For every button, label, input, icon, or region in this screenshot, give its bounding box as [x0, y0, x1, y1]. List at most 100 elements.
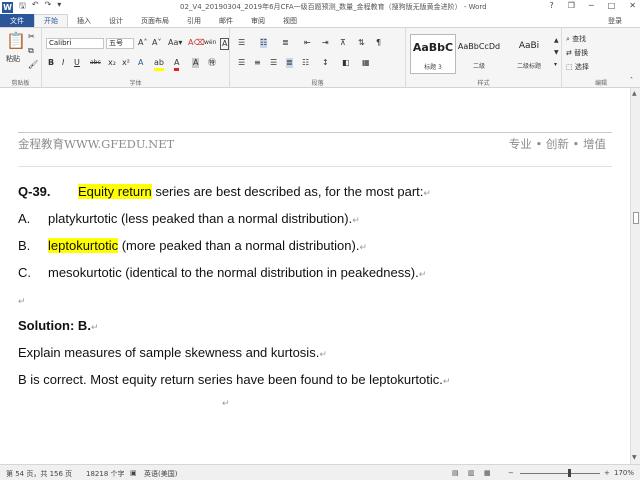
window-title: 02_V4_20190304_2019年6月CFA一级百题预测_数量_金程教育（… — [180, 3, 487, 11]
language-indicator[interactable]: 英语(美国) — [144, 469, 177, 479]
tab-references[interactable]: 引用 — [178, 14, 210, 27]
tab-home[interactable]: 开始 — [34, 14, 68, 27]
help-button[interactable]: ? — [549, 1, 553, 10]
find-button[interactable]: ⌕ 查找 — [566, 34, 586, 44]
style-sample: AaBbCcDd — [457, 42, 501, 51]
increase-indent-icon[interactable]: ⇥ — [322, 38, 329, 48]
read-mode-icon[interactable]: ▤ — [452, 469, 459, 477]
vertical-scrollbar[interactable]: ▲ ▼ — [630, 88, 640, 464]
font-size-select[interactable]: 五号 — [106, 38, 134, 49]
styles-more-icon[interactable]: ▾ — [554, 60, 557, 70]
styles-up-icon[interactable]: ▲ — [554, 36, 559, 46]
char-border-icon[interactable]: A — [220, 38, 230, 50]
chinese-layout-icon[interactable]: ⊼ — [340, 38, 346, 48]
zoom-slider[interactable] — [520, 473, 600, 474]
shrink-font-icon[interactable]: A˅ — [152, 38, 161, 48]
tab-insert[interactable]: 插入 — [68, 14, 100, 27]
grow-font-icon[interactable]: A˄ — [138, 38, 147, 48]
align-center-icon[interactable]: ≡ — [254, 58, 261, 68]
undo-icon[interactable]: ↶ — [32, 0, 39, 14]
explain-line: Explain measures of sample skewness and … — [18, 345, 327, 360]
style-level2-heading[interactable]: AaBi 二级标题 — [506, 34, 552, 74]
copy-icon[interactable]: ⧉ — [28, 46, 34, 56]
numbering-icon[interactable]: ☷ — [260, 38, 268, 48]
justify-icon[interactable]: ≣ — [286, 58, 293, 68]
paragraph-mark: ↵ — [319, 349, 327, 359]
web-layout-icon[interactable]: ▦ — [484, 469, 491, 477]
styles-down-icon[interactable]: ▼ — [554, 48, 559, 58]
scroll-up-icon[interactable]: ▲ — [632, 90, 637, 97]
clear-format-icon[interactable]: A⌫ — [188, 38, 205, 48]
proofing-icon[interactable]: ▣ — [130, 469, 137, 477]
header-bottom-divider — [18, 166, 612, 167]
style-level2[interactable]: AaBbCcDd 二级 — [456, 34, 502, 74]
cut-icon[interactable]: ✂ — [28, 32, 35, 42]
scroll-thumb[interactable] — [633, 212, 639, 224]
redo-icon[interactable]: ↷ — [45, 0, 52, 14]
option-label: B. — [18, 238, 31, 253]
scroll-down-icon[interactable]: ▼ — [632, 454, 637, 461]
word-count[interactable]: 18218 个字 — [86, 469, 125, 479]
save-icon[interactable]: 🖫 — [19, 0, 26, 14]
select-icon: ⬚ — [566, 63, 573, 71]
strikethrough-button[interactable]: abc — [90, 58, 101, 68]
ribbon: 📋 粘贴 ✂ ⧉ 🖌 剪贴板 Calibri 五号 A˄ A˅ Aa▾ A⌫ w… — [0, 28, 640, 88]
align-left-icon[interactable]: ☰ — [238, 58, 245, 68]
maximize-button[interactable]: □ — [608, 1, 616, 10]
select-button[interactable]: ⬚ 选择 — [566, 62, 589, 72]
font-color-icon[interactable]: A — [174, 58, 180, 71]
zoom-slider-knob[interactable] — [568, 469, 571, 477]
shading-icon[interactable]: ◧ — [342, 58, 350, 68]
underline-button[interactable]: U — [74, 58, 80, 68]
style-heading3[interactable]: AaBbC 标题 3 — [410, 34, 456, 74]
zoom-out-button[interactable]: − — [508, 469, 514, 477]
zoom-in-button[interactable]: + — [604, 469, 610, 477]
superscript-button[interactable]: x² — [122, 58, 130, 68]
tab-view[interactable]: 视图 — [274, 14, 306, 27]
distributed-icon[interactable]: ☷ — [302, 58, 309, 68]
font-family-select[interactable]: Calibri — [46, 38, 104, 49]
decrease-indent-icon[interactable]: ⇤ — [304, 38, 311, 48]
text-effects-icon[interactable]: A — [138, 58, 143, 68]
tab-mailings[interactable]: 邮件 — [210, 14, 242, 27]
print-layout-icon[interactable]: ▥ — [468, 469, 475, 477]
italic-button[interactable]: I — [62, 58, 64, 68]
paragraph-mark: ↵ — [18, 296, 26, 306]
enclose-char-icon[interactable]: ㊕ — [208, 58, 216, 68]
option-text: (more peaked than a normal distribution)… — [118, 238, 360, 253]
borders-icon[interactable]: ▦ — [362, 58, 370, 68]
multilevel-list-icon[interactable]: ≣ — [282, 38, 289, 48]
highlight-color-icon[interactable]: ab — [154, 58, 164, 71]
option-label: C. — [18, 265, 31, 280]
styles-group-label: 样式 — [477, 80, 490, 87]
paste-button[interactable]: 粘贴 — [6, 54, 20, 64]
minimize-button[interactable]: ─ — [589, 1, 594, 10]
zoom-level[interactable]: 170% — [614, 469, 634, 477]
close-button[interactable]: ✕ — [629, 1, 636, 10]
tab-design[interactable]: 设计 — [100, 14, 132, 27]
align-right-icon[interactable]: ☰ — [270, 58, 277, 68]
page-count[interactable]: 第 54 页，共 156 页 — [6, 469, 72, 479]
bold-button[interactable]: B — [48, 58, 54, 68]
char-shading-icon[interactable]: A — [192, 58, 200, 68]
subscript-button[interactable]: x₂ — [108, 58, 116, 68]
bullets-icon[interactable]: ☰ — [238, 38, 245, 48]
line-spacing-icon[interactable]: ↕ — [322, 58, 329, 68]
login-link[interactable]: 登录 — [608, 14, 622, 27]
solution-line: Solution: B.↵ — [18, 318, 98, 333]
ribbon-display-button[interactable]: ❐ — [568, 1, 575, 10]
format-painter-icon[interactable]: 🖌 — [28, 60, 38, 70]
customize-qat-icon[interactable]: ▾ — [57, 0, 61, 14]
sort-icon[interactable]: ⇅ — [358, 38, 365, 48]
paste-icon[interactable]: 📋 — [6, 32, 26, 50]
collapse-ribbon-icon[interactable]: ˄ — [630, 76, 633, 86]
word-app-icon[interactable]: W — [2, 1, 13, 13]
phonetic-guide-icon[interactable]: wén — [204, 38, 216, 48]
document-canvas[interactable]: 金程教育WWW.GFEDU.NET 专业 • 创新 • 增值 Q-39. Equi… — [0, 88, 630, 464]
tab-layout[interactable]: 页面布局 — [132, 14, 178, 27]
replace-button[interactable]: ⇄ 替换 — [566, 48, 588, 58]
show-marks-icon[interactable]: ¶ — [376, 38, 381, 48]
change-case-icon[interactable]: Aa▾ — [168, 38, 182, 48]
tab-file[interactable]: 文件 — [0, 14, 34, 27]
tab-review[interactable]: 审阅 — [242, 14, 274, 27]
